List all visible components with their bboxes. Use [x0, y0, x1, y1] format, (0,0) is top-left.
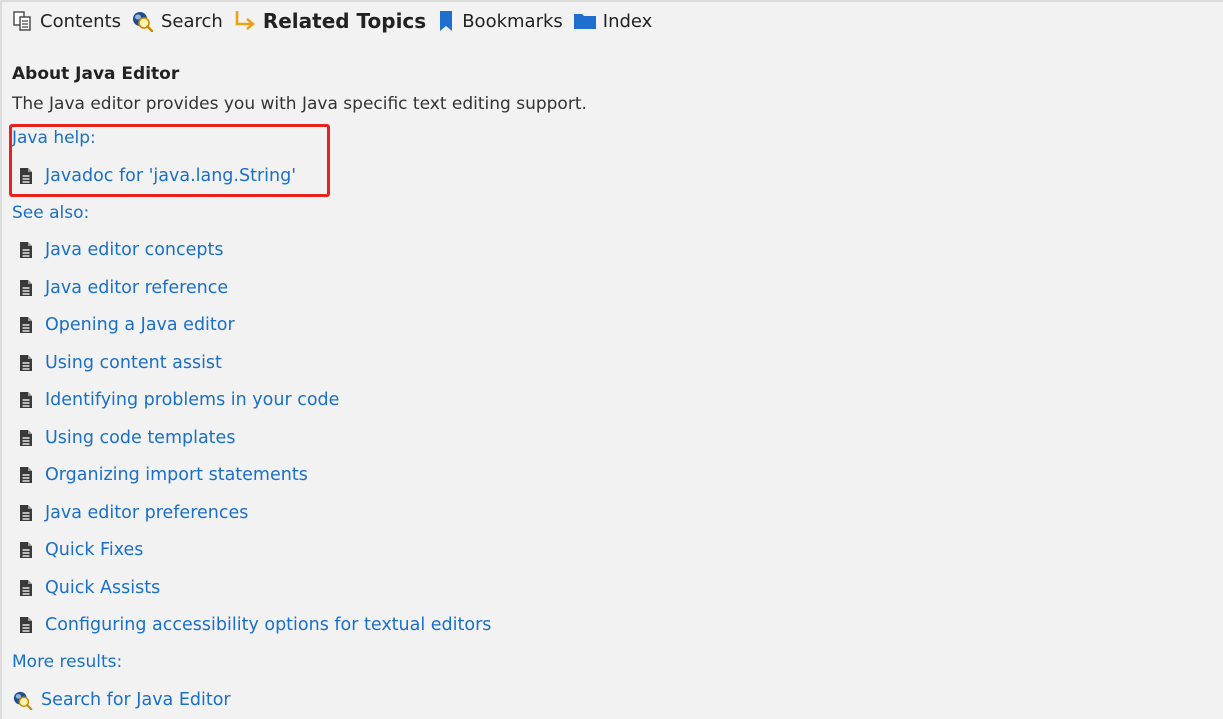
- document-icon: [15, 541, 37, 559]
- see-also-link[interactable]: Using code templates: [12, 419, 1213, 457]
- topic-link-label: Java editor preferences: [45, 502, 249, 523]
- topic-link-label: Using content assist: [45, 352, 222, 373]
- topic-link-label: Java editor reference: [45, 277, 229, 298]
- search-icon: [12, 690, 34, 710]
- help-tab-bar: Contents Search Related Topics Bookmarks…: [12, 6, 662, 36]
- tab-related-topics[interactable]: Related Topics: [233, 9, 426, 33]
- java-help-link[interactable]: Javadoc for 'java.lang.String': [12, 157, 1213, 195]
- more-results-label: More results:: [12, 652, 123, 672]
- bookmark-icon: [436, 10, 456, 32]
- page-description: The Java editor provides you with Java s…: [12, 94, 587, 114]
- tab-contents[interactable]: Contents: [12, 11, 121, 32]
- document-icon: [15, 504, 37, 522]
- topic-link-label: Javadoc for 'java.lang.String': [45, 165, 297, 186]
- see-also-link[interactable]: Organizing import statements: [12, 457, 1213, 495]
- see-also-link[interactable]: Java editor reference: [12, 269, 1213, 307]
- document-icon: [15, 391, 37, 409]
- document-icon: [15, 279, 37, 297]
- document-icon: [15, 429, 37, 447]
- see-also-list: Java editor concepts Java editor referenc…: [12, 232, 1213, 645]
- see-also-label: See also:: [12, 202, 90, 223]
- related-topics-panel: About Java Editor The Java editor provid…: [12, 60, 1213, 719]
- tab-label: Index: [602, 10, 653, 32]
- document-icon: [15, 466, 37, 484]
- topic-link-label: Java editor concepts: [45, 240, 224, 261]
- contents-icon: [12, 11, 34, 31]
- help-view: Contents Search Related Topics Bookmarks…: [0, 0, 1223, 719]
- document-icon: [15, 241, 37, 259]
- see-also-link[interactable]: Using content assist: [12, 344, 1213, 382]
- folder-icon: [573, 11, 597, 31]
- topic-link-label: Organizing import statements: [45, 465, 308, 486]
- java-help-list: Javadoc for 'java.lang.String': [12, 157, 1213, 195]
- see-also-link[interactable]: Java editor concepts: [12, 232, 1213, 270]
- tab-label: Search: [160, 10, 223, 32]
- tab-label: Related Topics: [262, 9, 427, 33]
- topic-link-label: Quick Assists: [45, 577, 161, 598]
- topic-link-label: Using code templates: [45, 427, 236, 448]
- document-icon: [15, 316, 37, 334]
- see-also-link[interactable]: Opening a Java editor: [12, 307, 1213, 345]
- see-also-link[interactable]: Configuring accessibility options for te…: [12, 607, 1213, 645]
- topic-link-label: Identifying problems in your code: [45, 390, 340, 411]
- document-icon: [15, 579, 37, 597]
- search-for-link-label: Search for Java Editor: [41, 689, 231, 710]
- search-for-link[interactable]: Search for Java Editor: [12, 681, 1213, 719]
- tab-index[interactable]: Index: [573, 10, 653, 32]
- topic-link-label: Quick Fixes: [45, 540, 144, 561]
- related-topics-arrow-icon: [233, 9, 257, 33]
- tab-search[interactable]: Search: [131, 10, 223, 32]
- tab-bookmarks[interactable]: Bookmarks: [436, 10, 563, 32]
- see-also-link[interactable]: Java editor preferences: [12, 494, 1213, 532]
- tab-label: Bookmarks: [462, 10, 563, 32]
- topic-link-label: Configuring accessibility options for te…: [45, 615, 492, 636]
- see-also-link[interactable]: Quick Assists: [12, 569, 1213, 607]
- document-icon: [15, 354, 37, 372]
- java-help-label: Java help:: [12, 128, 96, 148]
- tab-label: Contents: [40, 10, 121, 32]
- document-icon: [15, 616, 37, 634]
- topic-link-label: Opening a Java editor: [45, 315, 235, 336]
- page-title: About Java Editor: [12, 64, 180, 84]
- see-also-link[interactable]: Quick Fixes: [12, 532, 1213, 570]
- document-icon: [15, 167, 37, 185]
- search-icon: [131, 10, 155, 32]
- see-also-link[interactable]: Identifying problems in your code: [12, 382, 1213, 420]
